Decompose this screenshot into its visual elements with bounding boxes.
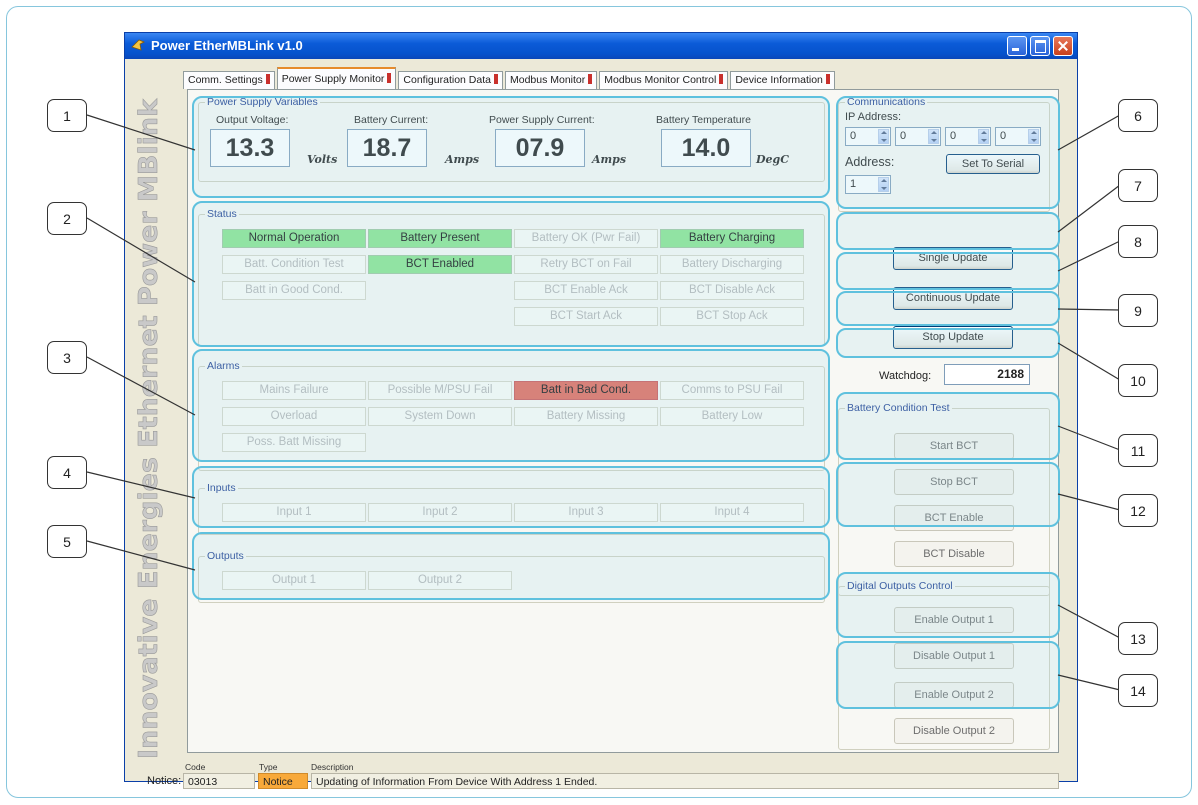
callout-9: 9 xyxy=(1118,294,1158,327)
callout-7: 7 xyxy=(1118,169,1158,202)
callout-14: 14 xyxy=(1118,674,1158,707)
callout-12: 12 xyxy=(1118,494,1158,527)
callout-3: 3 xyxy=(47,341,87,374)
callout-leader-lines xyxy=(86,114,1121,691)
callout-13: 13 xyxy=(1118,622,1158,655)
callout-11: 11 xyxy=(1118,434,1158,467)
callout-4: 4 xyxy=(47,456,87,489)
callout-5: 5 xyxy=(47,525,87,558)
callout-6: 6 xyxy=(1118,99,1158,132)
callout-8: 8 xyxy=(1118,225,1158,258)
callout-10: 10 xyxy=(1118,364,1158,397)
callout-2: 2 xyxy=(47,202,87,235)
callout-1: 1 xyxy=(47,99,87,132)
